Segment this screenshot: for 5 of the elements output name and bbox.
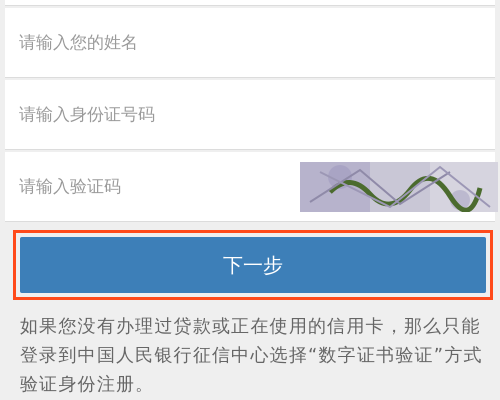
input-field[interactable]: 请输入身份证号码 [5, 80, 495, 150]
input-field[interactable]: 请输入您的姓名 [5, 8, 495, 78]
note-text: 如果您没有办理过贷款或正在使用的信用卡，那么只能登录到中国人民银行征信中心选择“数字证书验证”方式验证身份注册。 [20, 315, 484, 397]
next-button[interactable]: 下一步 [20, 237, 486, 293]
captcha-field[interactable]: 请输入验证码 [5, 152, 300, 222]
